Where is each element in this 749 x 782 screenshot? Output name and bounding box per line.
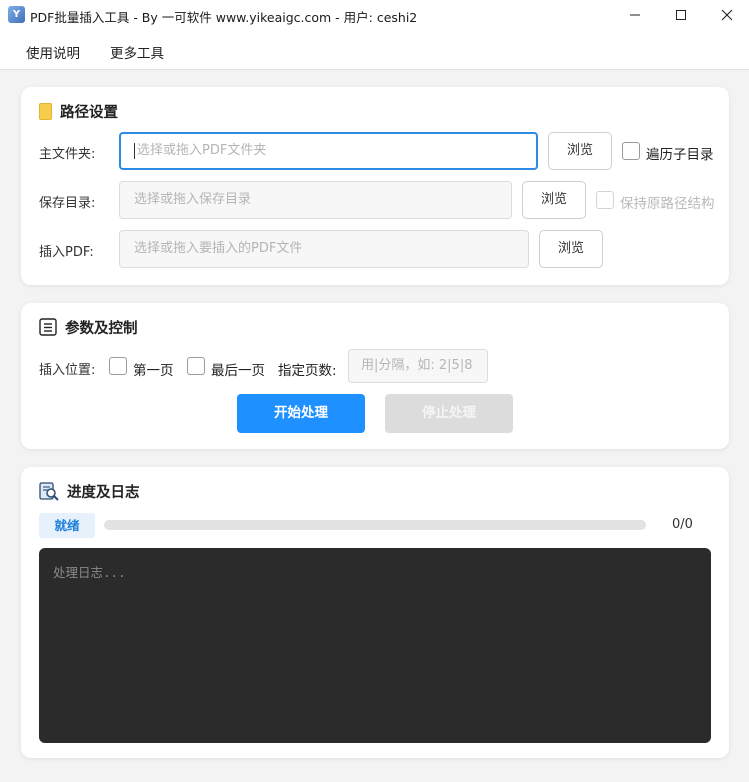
log-area[interactable]: 处理日志... [39, 548, 711, 743]
first-page-label: 第一页 [133, 363, 174, 379]
main-folder-placeholder: 选择或拖入PDF文件夹 [137, 143, 267, 158]
progress-count: 0/0 [672, 517, 693, 532]
log-placeholder: 处理日志... [53, 565, 126, 580]
progress-title-text: 进度及日志 [67, 484, 140, 501]
traverse-subdirs-label: 遍历子目录 [646, 147, 714, 163]
specified-pages-input[interactable]: 用|分隔，如: 2|5|8 [348, 349, 488, 383]
main-folder-browse-button[interactable]: 浏览 [548, 132, 612, 170]
specified-pages-placeholder: 用|分隔，如: 2|5|8 [361, 358, 473, 373]
status-badge: 就绪 [39, 513, 95, 538]
progress-bar [104, 520, 646, 530]
params-title-text: 参数及控制 [65, 320, 138, 337]
params-title: 参数及控制 [39, 318, 138, 337]
insert-pdf-placeholder: 选择或拖入要插入的PDF文件 [134, 241, 303, 256]
progress-card: 进度及日志 就绪 0/0 处理日志... [21, 467, 729, 758]
menu-more-tools[interactable]: 更多工具 [110, 42, 164, 62]
save-dir-label: 保存目录: [39, 196, 96, 211]
title-bar: Y PDF批量插入工具 - By 一可软件 www.yikeaigc.com -… [0, 0, 749, 30]
insert-pdf-input[interactable]: 选择或拖入要插入的PDF文件 [119, 230, 529, 268]
progress-title: 进度及日志 [39, 482, 140, 501]
specified-pages-label: 指定页数: [278, 363, 337, 379]
window-title: PDF批量插入工具 - By 一可软件 www.yikeaigc.com - 用… [30, 10, 418, 25]
params-card: 参数及控制 插入位置: 第一页 最后一页 指定页数: 用|分隔，如: 2|5|8… [21, 303, 729, 449]
start-button[interactable]: 开始处理 [237, 394, 365, 433]
keep-structure-checkbox[interactable] [596, 191, 614, 209]
first-page-checkbox[interactable] [109, 357, 127, 375]
list-icon [39, 318, 57, 336]
folder-icon [39, 102, 52, 120]
stop-button[interactable]: 停止处理 [385, 394, 513, 433]
main-folder-input[interactable]: 选择或拖入PDF文件夹 [119, 132, 538, 170]
maximize-icon [676, 10, 686, 20]
traverse-subdirs-checkbox[interactable] [622, 142, 640, 160]
menu-help[interactable]: 使用说明 [26, 42, 80, 62]
insert-position-label: 插入位置: [39, 363, 96, 378]
keep-structure-label: 保持原路径结构 [620, 196, 715, 212]
close-button[interactable] [704, 0, 749, 30]
minimize-button[interactable] [612, 0, 658, 30]
last-page-checkbox[interactable] [187, 357, 205, 375]
path-settings-card: 路径设置 主文件夹: 选择或拖入PDF文件夹 浏览 遍历子目录 保存目录: 选择… [21, 87, 729, 285]
insert-pdf-label: 插入PDF: [39, 245, 94, 260]
app-icon: Y [8, 6, 25, 23]
maximize-button[interactable] [658, 0, 704, 30]
save-dir-input[interactable]: 选择或拖入保存目录 [119, 181, 512, 219]
path-settings-title-text: 路径设置 [60, 104, 118, 121]
minimize-icon [630, 14, 640, 16]
save-dir-browse-button[interactable]: 浏览 [522, 181, 586, 219]
path-settings-title: 路径设置 [39, 102, 118, 121]
log-search-icon [39, 482, 59, 501]
text-caret [134, 142, 135, 159]
menu-bar: 使用说明 更多工具 [0, 30, 749, 70]
insert-pdf-browse-button[interactable]: 浏览 [539, 230, 603, 268]
close-icon [721, 9, 733, 21]
main-folder-label: 主文件夹: [39, 147, 96, 162]
last-page-label: 最后一页 [211, 363, 265, 379]
save-dir-placeholder: 选择或拖入保存目录 [134, 192, 252, 207]
